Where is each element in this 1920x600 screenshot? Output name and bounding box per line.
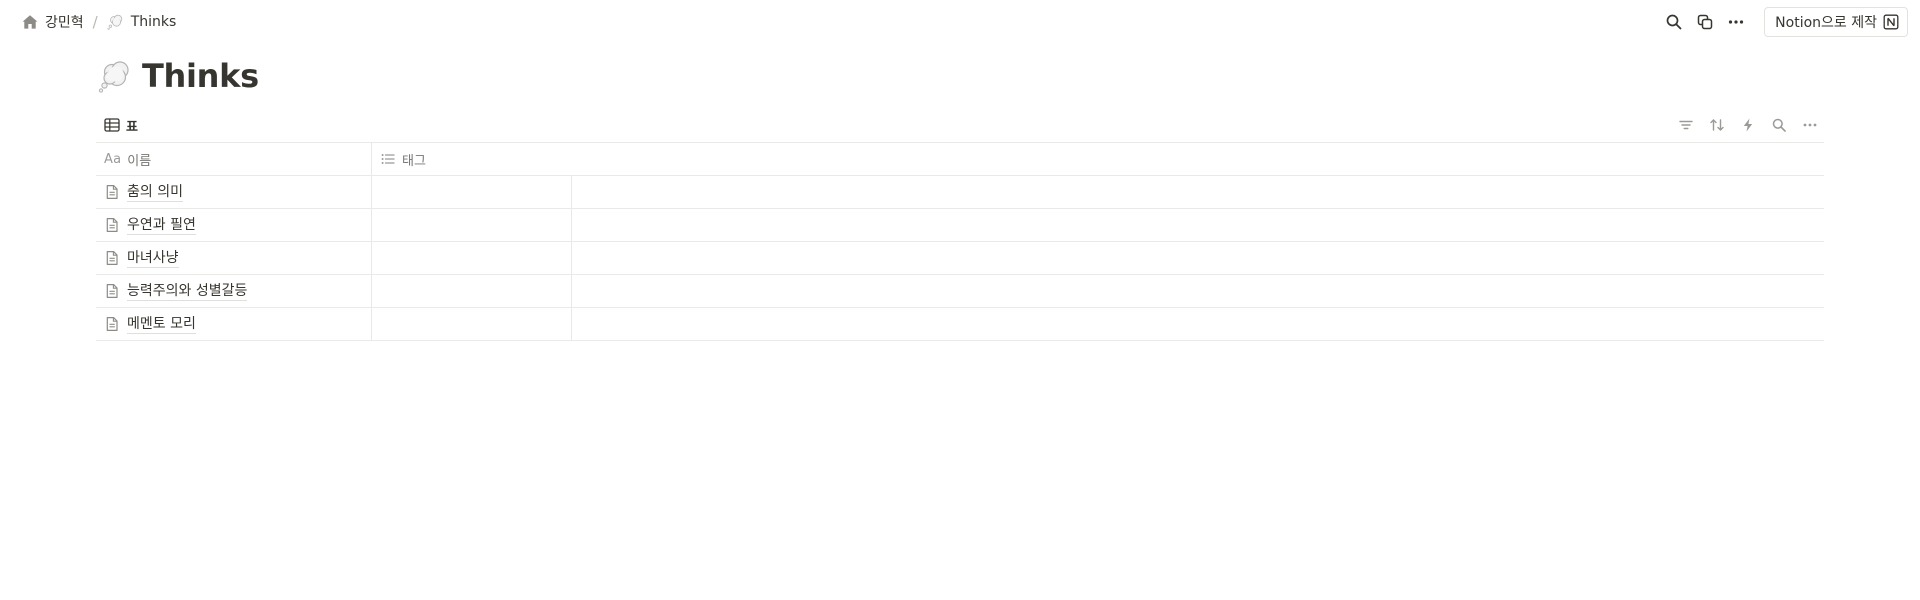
page-icon <box>104 283 120 299</box>
database-table: Aa 이름 태그 춤의 의미 우연과 필연 마녀사냥 능력주의와 성별갈등 메멘… <box>96 142 1824 341</box>
page-icon <box>104 250 120 266</box>
page-icon <box>104 316 120 332</box>
home-icon <box>21 13 39 31</box>
row-name-cell[interactable]: 능력주의와 성별갈등 <box>96 275 372 307</box>
filter-icon <box>1678 117 1694 133</box>
row-empty-cell <box>572 242 1824 274</box>
top-bar: 강민혁 / Thinks Notion으로 제작 <box>0 0 1920 44</box>
search-icon <box>1665 13 1683 31</box>
duplicate-icon <box>1696 13 1714 31</box>
breadcrumb-workspace[interactable]: 강민혁 <box>18 10 87 34</box>
row-name-cell[interactable]: 마녀사냥 <box>96 242 372 274</box>
duplicate-button[interactable] <box>1691 8 1719 36</box>
made-with-notion-label: Notion으로 제작 <box>1775 15 1877 31</box>
row-empty-cell <box>572 176 1824 208</box>
more-icon <box>1802 117 1818 133</box>
row-title[interactable]: 능력주의와 성별갈등 <box>127 282 248 301</box>
thought-balloon-icon <box>98 58 134 94</box>
view-more-button[interactable] <box>1796 111 1824 139</box>
page-icon <box>104 184 120 200</box>
table-icon <box>104 117 120 133</box>
table-row: 마녀사냥 <box>96 242 1824 275</box>
breadcrumb-page[interactable]: Thinks <box>104 10 180 34</box>
page-icon <box>104 217 120 233</box>
text-property-icon: Aa <box>104 151 122 167</box>
row-name-cell[interactable]: 메멘토 모리 <box>96 308 372 340</box>
view-bar: 표 <box>96 108 1824 142</box>
filter-button[interactable] <box>1672 111 1700 139</box>
table-row: 능력주의와 성별갈등 <box>96 275 1824 308</box>
breadcrumb-separator: / <box>92 13 98 31</box>
notion-logo-icon <box>1883 14 1899 30</box>
row-empty-cell <box>572 275 1824 307</box>
row-name-cell[interactable]: 우연과 필연 <box>96 209 372 241</box>
thought-balloon-icon <box>107 13 125 31</box>
table-search-button[interactable] <box>1765 111 1793 139</box>
row-tag-cell[interactable] <box>372 242 572 274</box>
breadcrumb-page-label: Thinks <box>130 14 177 30</box>
multi-select-icon <box>380 151 396 167</box>
made-with-notion-button[interactable]: Notion으로 제작 <box>1764 7 1908 37</box>
lightning-icon <box>1740 117 1756 133</box>
topbar-actions: Notion으로 제작 <box>1657 7 1908 37</box>
row-empty-cell <box>572 209 1824 241</box>
row-tag-cell[interactable] <box>372 308 572 340</box>
sort-button[interactable] <box>1703 111 1731 139</box>
automation-button[interactable] <box>1734 111 1762 139</box>
search-button[interactable] <box>1660 8 1688 36</box>
row-tag-cell[interactable] <box>372 209 572 241</box>
row-title[interactable]: 춤의 의미 <box>127 183 183 202</box>
more-icon <box>1727 13 1745 31</box>
search-icon <box>1771 117 1787 133</box>
breadcrumb: 강민혁 / Thinks <box>18 8 179 36</box>
column-header-tag-label: 태그 <box>402 153 426 169</box>
row-name-cell[interactable]: 춤의 의미 <box>96 176 372 208</box>
breadcrumb-workspace-label: 강민혁 <box>45 15 84 31</box>
page-title[interactable]: Thinks <box>142 57 259 95</box>
table-header-row: Aa 이름 태그 <box>96 143 1824 176</box>
page-header: Thinks <box>98 54 259 98</box>
table-row: 우연과 필연 <box>96 209 1824 242</box>
column-header-tag[interactable]: 태그 <box>372 143 1824 175</box>
table-row: 춤의 의미 <box>96 176 1824 209</box>
row-empty-cell <box>572 308 1824 340</box>
tab-table-view-label: 표 <box>126 119 138 135</box>
row-title[interactable]: 우연과 필연 <box>127 216 196 235</box>
column-header-name-label: 이름 <box>127 153 152 169</box>
row-title[interactable]: 메멘토 모리 <box>127 315 196 334</box>
view-toolbar <box>1669 111 1824 139</box>
row-tag-cell[interactable] <box>372 176 572 208</box>
row-tag-cell[interactable] <box>372 275 572 307</box>
tab-table-view[interactable]: 표 <box>96 111 146 139</box>
table-row: 메멘토 모리 <box>96 308 1824 341</box>
column-header-name[interactable]: Aa 이름 <box>96 143 372 175</box>
more-button[interactable] <box>1722 8 1750 36</box>
row-title[interactable]: 마녀사냥 <box>127 249 179 268</box>
sort-icon <box>1709 117 1725 133</box>
